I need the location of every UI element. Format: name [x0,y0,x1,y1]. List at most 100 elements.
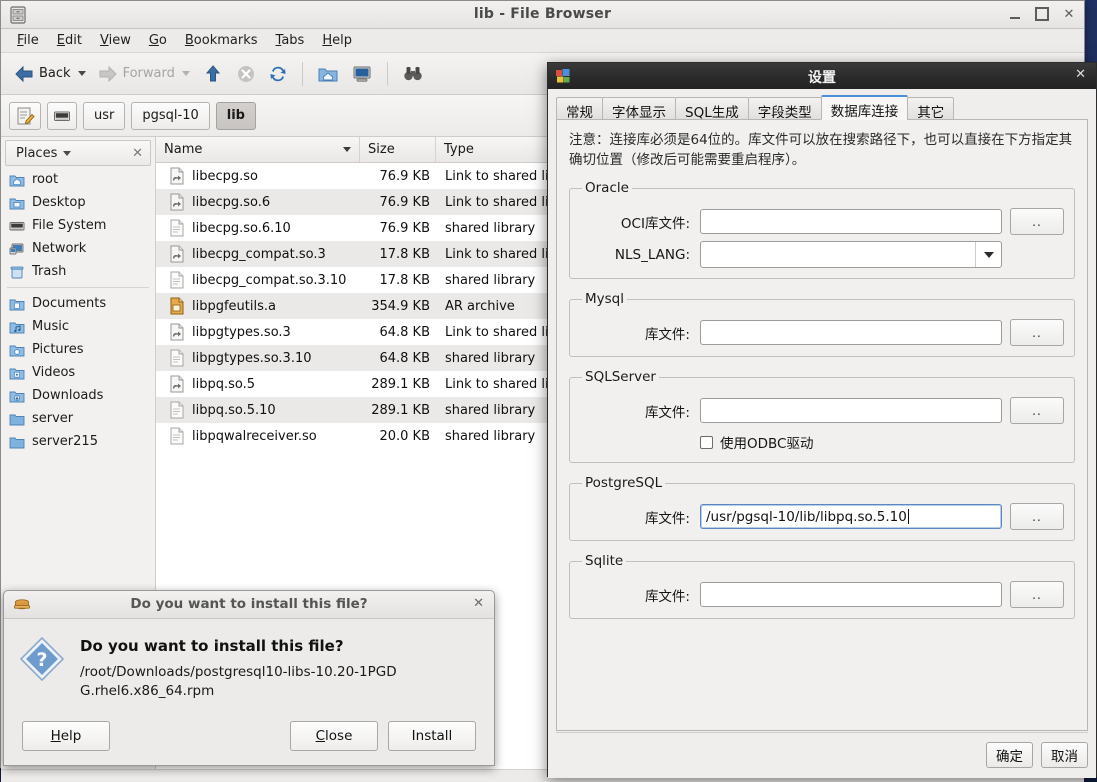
sidebar-item-network[interactable]: Network [1,237,155,260]
home-button[interactable] [312,61,344,87]
chevron-down-icon[interactable] [975,242,1001,267]
menu-file[interactable]: File [9,31,47,50]
help-button[interactable]: Help [22,721,110,751]
file-name: libecpg.so [192,168,258,184]
sidebar-item-server[interactable]: server [1,407,155,430]
menu-help[interactable]: Help [314,31,360,50]
sidebar-item-desktop[interactable]: Desktop [1,191,155,214]
odbc-label: 使用ODBC驱动 [720,436,814,452]
file-name-cell: libecpg_compat.so.3.10 [156,271,360,289]
tab-5[interactable]: 其它 [907,97,955,121]
column-label: Size [368,142,395,157]
menu-bar: File Edit View Go Bookmarks Tabs Help [1,29,1084,53]
tab-1[interactable]: 字体显示 [602,97,676,121]
breadcrumb-lib[interactable]: lib [215,101,256,130]
menu-bookmarks[interactable]: Bookmarks [177,31,266,50]
postgresql-lib-input[interactable]: /usr/pgsql-10/lib/libpq.so.5.10 [700,504,1002,529]
menu-edit[interactable]: Edit [49,31,90,50]
tab-3[interactable]: 字段类型 [747,97,822,121]
up-button[interactable] [197,61,229,87]
chevron-down-icon[interactable] [63,150,72,156]
sqlite-lib-browse-button[interactable]: .. [1010,581,1064,608]
minimize-icon[interactable] [1008,7,1022,21]
breadcrumb-usr[interactable]: usr [83,101,126,130]
tab-4[interactable]: 数据库连接 [820,95,909,120]
sidebar-item-downloads[interactable]: Downloads [1,384,155,407]
mysql-lib-label: 库文件: [644,326,690,343]
group-sqlserver: SQLServer 库文件: .. 使用ODBC驱动 [569,369,1075,463]
menu-go[interactable]: Go [141,31,175,50]
sidebar-item-documents[interactable]: Documents [1,292,155,315]
settings-dialog-title: 设置 [808,70,836,86]
music-folder-icon [9,319,25,335]
install-dialog: Do you want to install this file? ✕ ? Do… [3,590,495,766]
file-name: libpq.so.5 [192,376,256,392]
sidebar-item-music[interactable]: Music [1,315,155,338]
back-button[interactable]: Back [9,62,91,86]
file-browser-titlebar: lib - File Browser ✕ [1,1,1084,29]
stop-icon [237,65,254,82]
search-button[interactable] [397,61,429,87]
file-size: 64.8 KB [379,350,430,366]
reload-button[interactable] [263,61,293,87]
sqlserver-lib-input[interactable] [700,398,1002,423]
close-icon[interactable]: ✕ [473,596,484,611]
maximize-icon[interactable] [1035,7,1049,21]
forward-button[interactable]: Forward [93,62,195,86]
sidebar-item-label: Pictures [32,342,84,357]
stop-button[interactable] [231,61,261,87]
mysql-lib-browse-button[interactable]: .. [1010,319,1064,346]
sidebar-item-file-system[interactable]: File System [1,214,155,237]
filesystem-icon [9,218,25,234]
sidebar-item-trash[interactable]: Trash [1,260,155,283]
column-header-size[interactable]: Size [360,137,436,162]
places-header[interactable]: Places ✕ [5,140,151,166]
oracle-nls-combobox[interactable] [700,241,1002,268]
cancel-button[interactable]: 取消 [1041,741,1088,768]
sidebar-item-root[interactable]: root [1,168,155,191]
close-icon[interactable]: ✕ [1075,67,1086,82]
sidebar-item-label: server [32,411,74,426]
sidebar-item-videos[interactable]: Videos [1,361,155,384]
group-legend: SQLServer [585,369,656,385]
drive-button[interactable] [47,101,77,130]
oracle-oci-input[interactable] [700,209,1002,234]
column-header-name[interactable]: Name [156,137,360,162]
menu-tabs[interactable]: Tabs [268,31,313,50]
sidebar-item-label: Downloads [32,388,104,403]
chevron-down-icon[interactable] [181,71,190,76]
postgresql-lib-browse-button[interactable]: .. [1010,503,1064,530]
mysql-lib-input[interactable] [700,320,1002,345]
file-size: 354.9 KB [371,298,430,314]
group-sqlite: Sqlite 库文件: .. [569,553,1075,619]
computer-button[interactable] [346,61,378,87]
sqlserver-odbc-row[interactable]: 使用ODBC驱动 [580,432,1064,452]
close-sidebar-icon[interactable]: ✕ [132,146,143,161]
desktop-icon [9,195,25,211]
file-name-cell: libpgfeutils.a [156,297,360,315]
chevron-down-icon[interactable] [77,71,86,76]
file-icon [169,427,185,445]
oracle-oci-browse-button[interactable]: .. [1010,208,1064,235]
sidebar-item-label: Desktop [32,195,86,210]
breadcrumb-pgsql-10[interactable]: pgsql-10 [131,101,210,130]
edit-location-button[interactable] [9,101,41,130]
file-size: 17.8 KB [379,246,430,262]
menu-view[interactable]: View [92,31,139,50]
sidebar-item-label: Music [32,319,69,334]
install-button[interactable]: Install [388,721,476,751]
ok-button[interactable]: 确定 [986,741,1033,768]
file-icon [169,401,185,419]
sidebar-item-label: server215 [32,434,98,449]
install-dialog-body: ? Do you want to install this file? /roo… [4,619,494,701]
sqlserver-lib-browse-button[interactable]: .. [1010,397,1064,424]
close-button[interactable]: Close [290,721,378,751]
file-size: 17.8 KB [379,272,430,288]
sidebar-item-server215[interactable]: server215 [1,430,155,453]
sqlite-lib-input[interactable] [700,582,1002,607]
tab-0[interactable]: 常规 [556,97,603,121]
odbc-checkbox[interactable] [700,435,713,449]
sidebar-item-pictures[interactable]: Pictures [1,338,155,361]
tab-2[interactable]: SQL生成 [675,97,749,121]
close-icon[interactable]: ✕ [1062,7,1076,21]
